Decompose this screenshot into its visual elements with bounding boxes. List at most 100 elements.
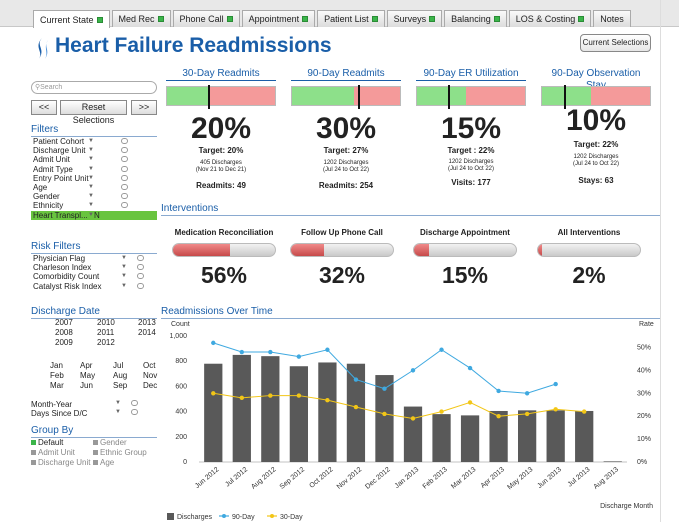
risk-filter-comorbidity-count[interactable]: Comorbidity Count ▼ bbox=[31, 272, 157, 281]
group-label: Age bbox=[100, 458, 115, 467]
tab-patient-list[interactable]: Patient List bbox=[317, 10, 385, 27]
filter-checkbox[interactable] bbox=[121, 174, 128, 181]
tab-med-rec[interactable]: Med Rec bbox=[111, 10, 171, 27]
dropdown-icon[interactable]: ▼ bbox=[121, 263, 127, 272]
month-nov[interactable]: Nov bbox=[143, 371, 157, 380]
y-right-tick-label: 40% bbox=[637, 367, 651, 374]
back-button[interactable]: << bbox=[31, 100, 57, 115]
tab-label: LOS & Costing bbox=[515, 14, 576, 24]
risk-filter-physician-flag[interactable]: Physician Flag ▼ bbox=[31, 254, 157, 263]
filter-admit-type[interactable]: Admit Type ▼ bbox=[31, 165, 157, 174]
current-selections-button[interactable]: Current Selections bbox=[580, 34, 651, 52]
group-by-default[interactable]: Default bbox=[31, 438, 63, 447]
group-by-age[interactable]: Age bbox=[93, 458, 114, 467]
dropdown-icon[interactable]: ▼ bbox=[121, 254, 127, 263]
status-dot-icon bbox=[302, 16, 309, 22]
search-input[interactable]: ⚲Search bbox=[31, 81, 157, 94]
month-jun[interactable]: Jun bbox=[80, 381, 93, 390]
risk-filter-checkbox[interactable] bbox=[137, 255, 144, 261]
days-since-checkbox[interactable] bbox=[131, 409, 138, 415]
filter-gender[interactable]: Gender ▼ bbox=[31, 192, 157, 201]
y-tick-label: 800 bbox=[175, 358, 187, 365]
month-oct[interactable]: Oct bbox=[143, 361, 155, 370]
reset-selections-button[interactable]: Reset Selections bbox=[60, 100, 127, 125]
radio-icon bbox=[31, 460, 36, 465]
dropdown-icon[interactable]: ▼ bbox=[88, 201, 94, 210]
radio-icon bbox=[93, 450, 98, 455]
tab-surveys[interactable]: Surveys bbox=[386, 10, 443, 27]
radio-icon bbox=[93, 440, 98, 445]
series-point bbox=[353, 377, 359, 382]
tab-notes[interactable]: Notes bbox=[593, 10, 631, 27]
tab-appointment[interactable]: Appointment bbox=[241, 10, 316, 27]
kpi-count: Stays: 63 bbox=[578, 176, 614, 185]
series-point bbox=[268, 393, 273, 398]
filter-admit-unit[interactable]: Admit Unit ▼ bbox=[31, 155, 157, 164]
forward-button[interactable]: >> bbox=[131, 100, 157, 115]
group-by-admit-unit[interactable]: Admit Unit bbox=[31, 448, 75, 457]
year-2011[interactable]: 2011 bbox=[97, 328, 114, 337]
filter-checkbox[interactable] bbox=[121, 184, 128, 190]
dropdown-icon[interactable]: ▼ bbox=[88, 165, 94, 174]
filter-entry-point-unit[interactable]: Entry Point Unit ▼ bbox=[31, 174, 157, 183]
month-jan[interactable]: Jan bbox=[50, 361, 63, 370]
year-2013[interactable]: 2013 bbox=[138, 318, 156, 327]
risk-filter-checkbox[interactable] bbox=[137, 264, 144, 271]
filter-patient-cohort[interactable]: Patient Cohort ▼ bbox=[31, 137, 157, 146]
year-2014[interactable]: 2014 bbox=[138, 328, 156, 337]
dropdown-icon[interactable]: ▼ bbox=[88, 137, 94, 146]
filter-checkbox[interactable] bbox=[121, 156, 128, 163]
month-apr[interactable]: Apr bbox=[80, 361, 92, 370]
group-by-ethnic-group[interactable]: Ethnic Group bbox=[93, 448, 147, 457]
month-mar[interactable]: Mar bbox=[50, 381, 64, 390]
filter-label: Heart Transpl... bbox=[33, 210, 88, 220]
filter-checkbox[interactable] bbox=[121, 202, 128, 209]
days-since-dropdown[interactable]: ▼ bbox=[115, 409, 121, 415]
filter-checkbox[interactable] bbox=[121, 147, 128, 154]
group-by-gender[interactable]: Gender bbox=[93, 438, 127, 447]
filter-checkbox[interactable] bbox=[121, 138, 128, 144]
tab-label: Phone Call bbox=[179, 14, 224, 24]
risk-filter-catalyst-risk-index[interactable]: Catalyst Risk Index ▼ bbox=[31, 282, 157, 291]
dropdown-icon[interactable]: ▼ bbox=[121, 272, 127, 281]
filter-age[interactable]: Age ▼ bbox=[31, 183, 157, 192]
month-feb[interactable]: Feb bbox=[50, 371, 64, 380]
month-may[interactable]: May bbox=[80, 371, 95, 380]
dropdown-icon[interactable]: ▼ bbox=[88, 183, 94, 192]
month-dec[interactable]: Dec bbox=[143, 381, 157, 390]
dropdown-icon[interactable]: ▼ bbox=[88, 192, 94, 201]
filter-discharge-unit[interactable]: Discharge Unit ▼ bbox=[31, 146, 157, 155]
month-year-checkbox[interactable] bbox=[131, 400, 138, 406]
year-2009[interactable]: 2009 bbox=[55, 338, 73, 347]
filter-checkbox[interactable] bbox=[121, 165, 128, 172]
risk-filter-checkbox[interactable] bbox=[137, 282, 144, 289]
dropdown-icon[interactable]: ▼ bbox=[88, 146, 94, 155]
tab-bar: Current State Med Rec Phone Call Appointmen… bbox=[0, 0, 679, 28]
risk-filter-charleson-index[interactable]: Charleson Index ▼ bbox=[31, 263, 157, 272]
month-aug[interactable]: Aug bbox=[113, 371, 127, 380]
x-tick-label: Jan 2013 bbox=[394, 466, 421, 490]
tab-los-costing[interactable]: LOS & Costing bbox=[508, 10, 592, 27]
year-2008[interactable]: 2008 bbox=[55, 328, 73, 337]
year-2010[interactable]: 2010 bbox=[97, 318, 115, 327]
filter-ethnicity[interactable]: Ethnicity ▼ bbox=[31, 201, 157, 210]
year-2007[interactable]: 2007 bbox=[55, 318, 73, 327]
month-year-dropdown[interactable]: ▼ bbox=[115, 400, 121, 406]
bar bbox=[603, 461, 622, 462]
filter-heart-transpl-[interactable]: Heart Transpl... ▼ N bbox=[31, 210, 157, 220]
risk-filter-checkbox[interactable] bbox=[137, 273, 144, 280]
x-tick-label: Sep 2012 bbox=[279, 466, 307, 491]
group-by-discharge-unit[interactable]: Discharge Unit bbox=[31, 458, 90, 467]
month-jul[interactable]: Jul bbox=[113, 361, 123, 370]
dropdown-icon[interactable]: ▼ bbox=[121, 282, 127, 291]
month-sep[interactable]: Sep bbox=[113, 381, 127, 390]
dropdown-icon[interactable]: ▼ bbox=[88, 174, 94, 183]
tab-current-state[interactable]: Current State bbox=[33, 10, 110, 28]
kpi-count: Readmits: 254 bbox=[318, 181, 374, 190]
filter-label: Admit Unit bbox=[33, 155, 70, 165]
year-2012[interactable]: 2012 bbox=[97, 338, 115, 347]
tab-balancing[interactable]: Balancing bbox=[444, 10, 507, 27]
tab-phone-call[interactable]: Phone Call bbox=[172, 10, 240, 27]
dropdown-icon[interactable]: ▼ bbox=[88, 155, 94, 164]
filter-checkbox[interactable] bbox=[121, 193, 128, 200]
